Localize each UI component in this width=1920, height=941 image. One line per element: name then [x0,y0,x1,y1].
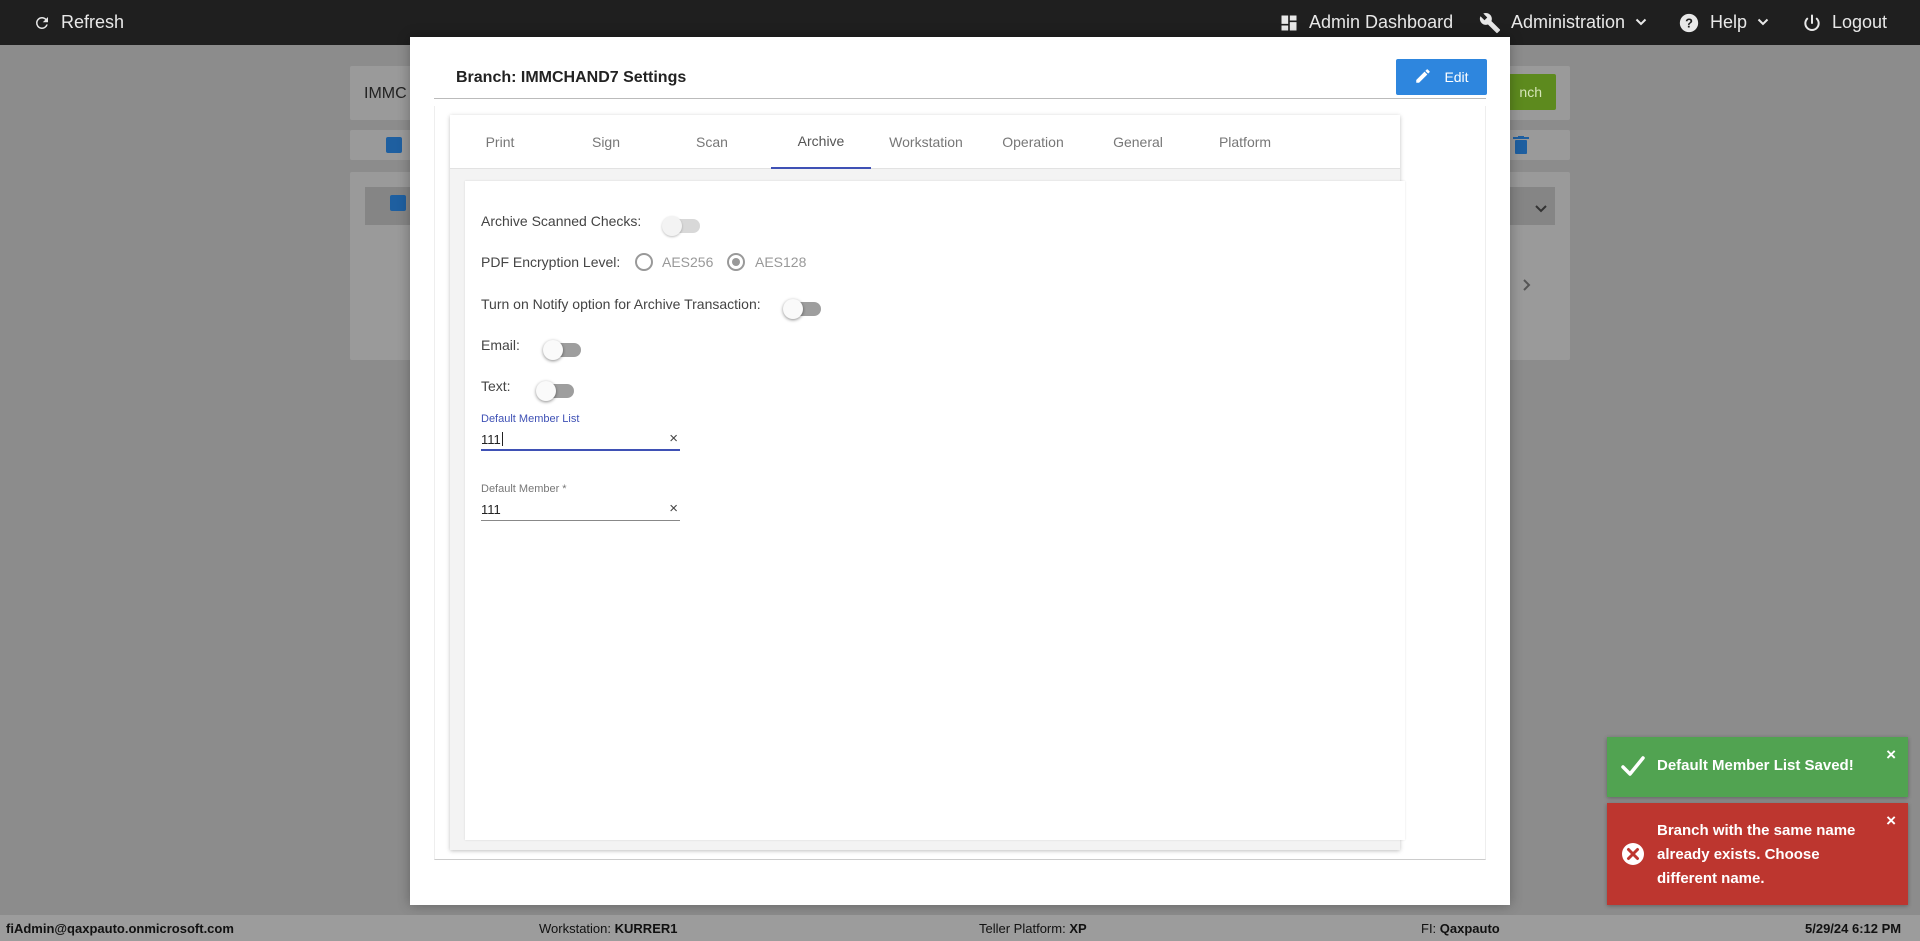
fi-label: FI: [1421,921,1437,936]
error-x-icon [1621,842,1645,870]
toggle-thumb [783,299,803,319]
svg-text:?: ? [1685,15,1693,30]
close-icon[interactable]: × [1886,811,1896,831]
fi-value: Qaxpauto [1439,921,1500,936]
modal-title: Branch: IMMCHAND7 Settings [456,69,687,86]
success-message: Default Member List Saved! [1657,757,1854,774]
check-checkbox-icon [390,195,406,211]
tab-general[interactable]: General [1088,115,1188,169]
refresh-label: Refresh [61,12,125,32]
dashboard-icon [1279,13,1299,33]
help-icon: ? [1678,12,1700,34]
chevron-down-icon [1534,201,1548,219]
clear-icon[interactable]: × [669,501,678,517]
archive-scanned-checks-label: Archive Scanned Checks: [481,213,642,229]
tab-print[interactable]: Print [450,115,550,169]
edit-label: Edit [1444,69,1469,85]
clear-icon[interactable]: × [669,431,678,447]
notify-archive-label: Turn on Notify option for Archive Transa… [481,296,761,312]
radio-aes256-label: AES256 [662,254,714,270]
radio-aes128-label: AES128 [755,254,807,270]
notify-archive-toggle[interactable] [783,299,821,319]
pencil-icon [1414,67,1432,88]
tab-platform[interactable]: Platform [1195,115,1295,169]
logout-button[interactable]: Logout [1802,0,1887,45]
teller-platform-label: Teller Platform: [979,921,1066,936]
email-toggle[interactable] [543,340,581,360]
footer-datetime: 5/29/24 6:12 PM [1805,921,1902,936]
logout-label: Logout [1832,12,1888,32]
error-toast[interactable]: Branch with the same name already exists… [1607,803,1908,905]
text-toggle[interactable] [536,381,574,401]
background-search-value: IMMC [364,85,407,102]
minus-checkbox-icon [386,137,402,153]
help-menu[interactable]: ? Help [1678,0,1769,45]
settings-tabs: Print Sign Scan Archive Workstation Oper… [450,115,1400,169]
toggle-thumb [662,216,682,236]
power-icon [1802,13,1822,33]
wrench-icon [1479,12,1501,34]
refresh-icon [33,14,51,32]
settings-panel: Print Sign Scan Archive Workstation Oper… [450,115,1405,850]
default-member-list-input[interactable]: 111 × [481,429,680,451]
email-label: Email: [481,337,520,353]
workstation-label: Workstation: [539,921,612,936]
refresh-button[interactable]: Refresh [33,0,124,45]
tab-archive[interactable]: Archive [771,115,871,169]
chevron-right-icon [1522,278,1532,297]
trash-icon [1513,136,1529,159]
admin-dashboard-label: Admin Dashboard [1309,12,1454,32]
radio-aes256[interactable] [635,253,653,271]
toggle-thumb [543,340,563,360]
default-member-value: 111 [481,502,501,517]
toggle-thumb [536,381,556,401]
help-label: Help [1710,12,1748,32]
text-label: Text: [481,378,511,394]
default-member-list-label: Default Member List [481,413,580,425]
footer-workstation: Workstation: KURRER1 [539,921,677,936]
default-member-list-field[interactable]: Default Member List 111 × [481,413,680,451]
teller-platform-value: XP [1069,921,1087,936]
workstation-value: KURRER1 [614,921,678,936]
pdf-encryption-label: PDF Encryption Level: [481,254,621,270]
checkmark-icon [1621,755,1645,781]
footer-fi: FI: Qaxpauto [1421,921,1500,936]
error-message: Branch with the same name already exists… [1657,822,1856,887]
edit-button[interactable]: Edit [1396,59,1487,95]
tab-sign[interactable]: Sign [556,115,656,169]
status-footer: fiAdmin@qaxpauto.onmicrosoft.com Worksta… [0,915,1920,941]
default-member-input[interactable]: 111 × [481,499,680,521]
tab-workstation[interactable]: Workstation [876,115,976,169]
radio-aes128[interactable] [727,253,745,271]
footer-user: fiAdmin@qaxpauto.onmicrosoft.com [6,921,234,936]
success-toast[interactable]: Default Member List Saved! × [1607,737,1908,797]
administration-label: Administration [1511,12,1626,32]
default-member-label: Default Member * [481,483,567,495]
chevron-down-icon [1635,12,1647,33]
text-caret [501,432,503,446]
tab-operation[interactable]: Operation [983,115,1083,169]
close-icon[interactable]: × [1886,745,1896,765]
modal-header: Branch: IMMCHAND7 Settings [434,59,1486,99]
footer-teller-platform: Teller Platform: XP [979,921,1087,936]
archive-tab-content: Archive Scanned Checks: PDF Encryption L… [465,181,1405,840]
chevron-down-icon [1757,12,1769,33]
default-member-list-value: 111 [481,431,501,447]
tab-scan[interactable]: Scan [662,115,762,169]
archive-scanned-checks-toggle[interactable] [662,216,700,236]
default-member-field[interactable]: Default Member * 111 × [481,483,680,521]
